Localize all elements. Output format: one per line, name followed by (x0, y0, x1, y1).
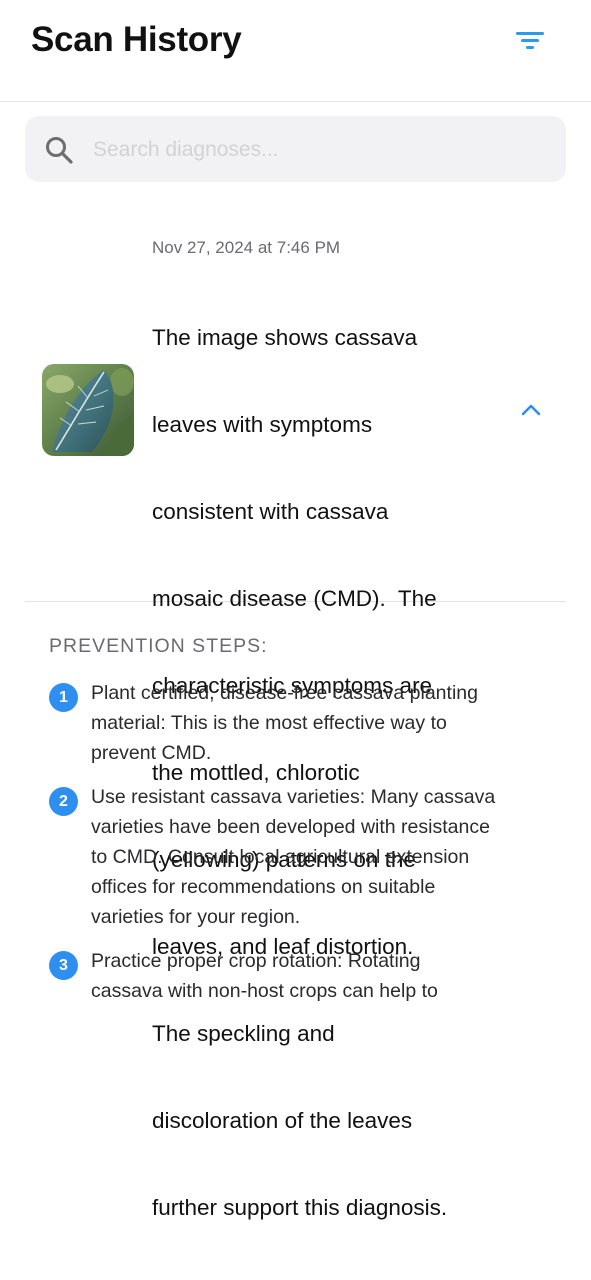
step-line: prevent CMD. (91, 742, 212, 764)
step-line: offices for recommendations on suitable (91, 876, 436, 898)
step-line: Practice proper crop rotation: Rotating (91, 950, 421, 972)
step-number-badge: 3 (49, 951, 78, 980)
cassava-leaf-photo (42, 364, 134, 456)
description-line: discoloration of the leaves (152, 1108, 413, 1133)
search-bar[interactable] (25, 116, 566, 182)
step-line: Plant certified, disease-free cassava pl… (91, 682, 478, 704)
description-line: further support this diagnosis. (152, 1195, 448, 1220)
description-line: The image shows cassava (152, 325, 418, 350)
collapse-button[interactable] (517, 398, 545, 422)
scan-history-item[interactable]: Nov 27, 2024 at 7:46 PM The image shows … (25, 222, 566, 1220)
prevention-heading: PREVENTION STEPS: (49, 635, 268, 657)
step-number-badge: 2 (49, 787, 78, 816)
step-text: Use resistant cassava varieties: Many ca… (91, 782, 551, 932)
step-line: material: This is the most effective way… (91, 712, 447, 734)
step-line: varieties for your region. (91, 906, 301, 928)
scan-description: The image shows cassava leaves with symp… (152, 265, 512, 1280)
scan-timestamp: Nov 27, 2024 at 7:46 PM (152, 238, 341, 257)
chevron-up-icon (521, 404, 541, 416)
step-line: to CMD. Consult local agricultural exten… (91, 846, 470, 868)
scan-thumbnail[interactable] (42, 364, 134, 456)
step-line: Use resistant cassava varieties: Many ca… (91, 786, 496, 808)
description-line: The speckling and (152, 1021, 335, 1046)
search-input[interactable] (91, 130, 555, 170)
step-number-badge: 1 (49, 683, 78, 712)
step-text: Plant certified, disease-free cassava pl… (91, 678, 551, 768)
page-title: Scan History (31, 20, 242, 59)
search-icon (46, 137, 73, 164)
description-line: consistent with cassava (152, 499, 389, 524)
step-text: Practice proper crop rotation: Rotating … (91, 946, 551, 1006)
description-line: leaves with symptoms (152, 412, 373, 437)
step-line: cassava with non-host crops can help to (91, 980, 438, 1002)
filter-lines-icon (516, 32, 544, 49)
description-line: mosaic disease (CMD). The (152, 586, 437, 611)
header-bar: Scan History (0, 0, 591, 102)
step-line: varieties have been developed with resis… (91, 816, 490, 838)
filter-button[interactable] (508, 26, 552, 56)
